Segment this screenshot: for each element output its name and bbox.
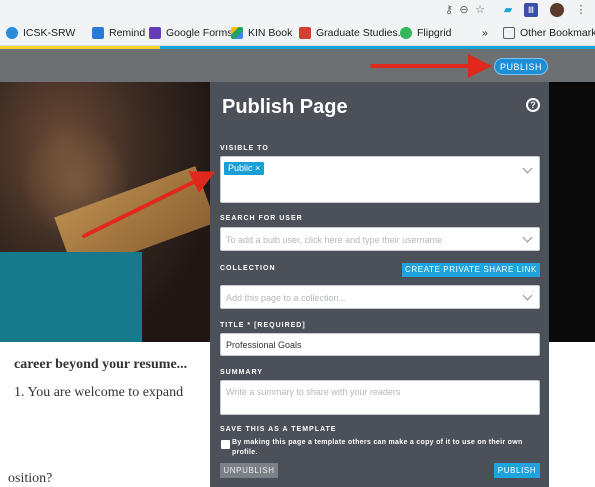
arrow-to-visibility [82,171,216,238]
annotation-arrows [82,54,492,238]
